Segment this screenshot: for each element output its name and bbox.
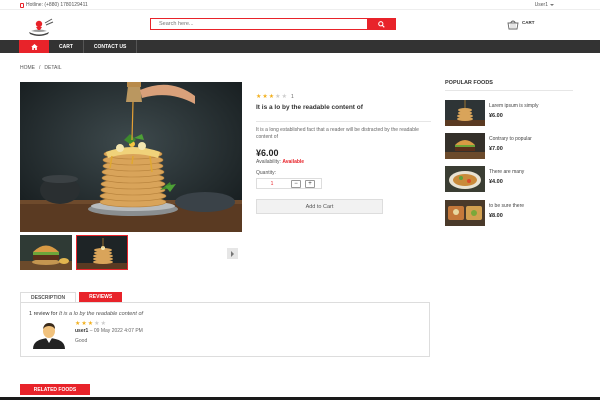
product-main-image[interactable] (20, 82, 242, 232)
search-button[interactable] (367, 19, 395, 29)
star-empty-icon: ★ (94, 321, 100, 327)
chevron-down-icon (550, 3, 554, 6)
thumbnail-next-button[interactable] (227, 248, 238, 259)
breadcrumb: HOME / DETAIL (20, 65, 62, 71)
food-price: ¥8.00 (489, 213, 503, 219)
tab-description[interactable]: DESCRIPTION (20, 292, 77, 302)
star-empty-icon: ★ (281, 94, 287, 100)
add-to-cart-button[interactable]: Add to Cart (256, 199, 383, 214)
star-empty-icon: ★ (275, 94, 281, 100)
popular-foods: POPULAR FOODS (445, 80, 573, 91)
reviews-heading-title: It is a lo by the readable content of (58, 311, 144, 317)
product-rating: ★ ★ ★ ★ ★ 1 (256, 94, 431, 100)
quantity-label: Quantity: (256, 170, 277, 176)
search-icon (377, 20, 385, 28)
popular-food-item[interactable]: Contrary to popular ¥7.00 (445, 133, 573, 159)
phone-icon (20, 2, 24, 8)
availability-label: Availability: (256, 159, 281, 165)
product-thumbnail[interactable] (20, 235, 72, 270)
nav-item-contact-us[interactable]: CONTACT US (84, 40, 138, 53)
home-icon (30, 43, 38, 50)
breadcrumb-separator: / (39, 65, 41, 71)
food-thumbnail[interactable] (445, 100, 485, 126)
reviews-heading: 1 review for It is a lo by the readable … (29, 311, 143, 317)
hotline-text: Hotline: (+880) 1780129411 (26, 2, 88, 8)
product-description: It is a long established fact that a rea… (256, 121, 431, 140)
review-count: 1 (290, 94, 294, 100)
food-thumbnail[interactable] (445, 166, 485, 192)
star-filled-icon: ★ (268, 94, 275, 100)
related-foods-heading: RELATED FOODS (20, 384, 90, 395)
popular-food-item[interactable]: to be sure there ¥8.00 (445, 200, 573, 226)
food-name[interactable]: There are many (489, 169, 524, 175)
product-info: ★ ★ ★ ★ ★ 1 It is a lo by the readable c… (256, 94, 431, 214)
food-price: ¥7.00 (489, 146, 503, 152)
quantity-stepper: 1 − + (256, 178, 322, 189)
food-price: ¥4.00 (489, 179, 503, 185)
star-filled-icon: ★ (262, 94, 268, 100)
quantity-increase-button[interactable]: + (305, 179, 315, 188)
main-nav: CART CONTACT US (0, 40, 600, 53)
star-filled-icon: ★ (87, 321, 94, 327)
review-author: user1 (75, 328, 89, 334)
reviews-heading-prefix: 1 review for (29, 311, 58, 317)
review-date: – 09 May 2022 4:07 PM (89, 328, 143, 334)
quantity-input[interactable]: 1 (257, 181, 287, 187)
product-tabs: DESCRIPTION REVIEWS (20, 292, 123, 302)
cart-icon (507, 20, 519, 30)
quantity-decrease-button[interactable]: − (291, 179, 301, 188)
review-meta: user1 – 09 May 2022 4:07 PM (75, 328, 143, 334)
food-name[interactable]: to be sure there (489, 203, 524, 209)
site-logo[interactable] (19, 18, 59, 38)
product-thumbnail-selected[interactable] (76, 235, 128, 270)
availability-status: Available (282, 159, 305, 165)
breadcrumb-current: DETAIL (44, 65, 62, 71)
header: CART (0, 10, 600, 40)
hotline: Hotline: (+880) 1780129411 (20, 2, 88, 8)
user-menu[interactable]: User1 (535, 2, 554, 8)
header-cart[interactable]: CART (507, 20, 535, 30)
popular-foods-title: POPULAR FOODS (445, 80, 573, 91)
product-price: ¥6.00 (256, 148, 279, 158)
avatar (29, 321, 69, 349)
food-name[interactable]: Larem ipsum is simply (489, 103, 538, 109)
food-thumbnail[interactable] (445, 200, 485, 226)
star-filled-icon: ★ (256, 94, 262, 100)
top-bar: Hotline: (+880) 1780129411 User1 (0, 0, 600, 10)
food-thumbnail[interactable] (445, 133, 485, 159)
reviews-panel: 1 review for It is a lo by the readable … (20, 302, 430, 357)
popular-food-item[interactable]: There are many ¥4.00 (445, 166, 573, 192)
search-bar (150, 18, 396, 30)
nav-item-cart[interactable]: CART (49, 40, 84, 53)
popular-food-item[interactable]: Larem ipsum is simply ¥6.00 (445, 100, 573, 126)
chevron-right-icon (231, 250, 234, 257)
review-rating: ★ ★ ★ ★ ★ (75, 321, 106, 327)
availability: Availability: Available (256, 159, 431, 165)
search-input[interactable] (151, 19, 367, 29)
product-title: It is a lo by the readable content of (256, 104, 363, 111)
breadcrumb-home[interactable]: HOME (20, 65, 35, 71)
review-text: Good (75, 338, 88, 344)
tab-reviews[interactable]: REVIEWS (79, 292, 123, 302)
food-price: ¥6.00 (489, 113, 503, 119)
cart-label: CART (522, 20, 535, 25)
nav-home[interactable] (19, 40, 49, 53)
food-name[interactable]: Contrary to popular (489, 136, 532, 142)
star-filled-icon: ★ (75, 321, 81, 327)
user-name: User1 (534, 2, 548, 8)
star-filled-icon: ★ (81, 321, 87, 327)
star-empty-icon: ★ (100, 321, 106, 327)
